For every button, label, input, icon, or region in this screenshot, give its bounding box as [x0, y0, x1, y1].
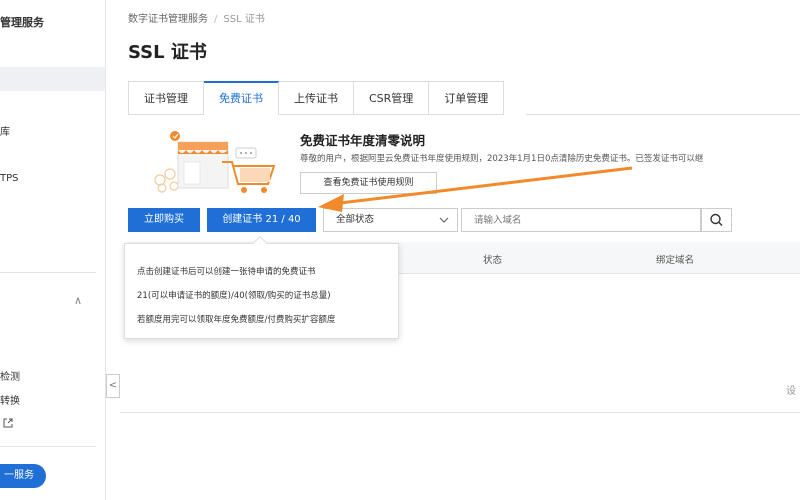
breadcrumb: 数字证书管理服务 / SSL 证书 — [128, 10, 265, 25]
column-header-status: 状态 — [483, 255, 503, 266]
tab-free-cert[interactable]: 免费证书 — [204, 81, 279, 115]
page-title: SSL 证书 — [128, 42, 207, 63]
tab-bar: 证书管理 免费证书 上传证书 CSR管理 订单管理 — [128, 81, 505, 115]
sidebar-service-button[interactable]: 一服务 — [0, 464, 46, 488]
external-link-icon[interactable] — [3, 418, 13, 431]
sidebar-item-3[interactable]: 检测 — [0, 368, 20, 383]
create-cert-button[interactable]: 创建证书 21 / 40 — [207, 208, 316, 232]
sidebar-title: 管理服务 — [0, 16, 44, 29]
sidebar-item-1[interactable]: 库 — [0, 123, 10, 138]
popover-line-1: 点击创建证书后可以创建一张待申请的免费证书 — [137, 267, 316, 277]
sidebar-divider — [0, 272, 96, 273]
sidebar-item-4[interactable]: 转换 — [0, 392, 20, 407]
notice-body: 尊敬的用户，根据阿里云免费证书年度使用规则，2023年1月1日0点清除历史免费证… — [300, 154, 704, 164]
view-rules-button[interactable]: 查看免费证书使用规则 — [300, 172, 437, 194]
shopping-cart-illustration — [154, 131, 276, 193]
sidebar-item-2[interactable]: TPS — [0, 173, 19, 184]
chevron-up-icon[interactable]: ∧ — [74, 294, 82, 307]
search-icon — [710, 213, 723, 226]
table-bottom-border — [120, 412, 800, 413]
quota-popover: 点击创建证书后可以创建一张待申请的免费证书 21(可以申请证书的额度)/40(领… — [124, 235, 399, 339]
breadcrumb-current: SSL 证书 — [223, 14, 265, 25]
column-header-domain: 绑定域名 — [656, 255, 695, 266]
tab-upload-cert[interactable]: 上传证书 — [279, 81, 354, 115]
chevron-left-icon[interactable]: < — [106, 374, 120, 398]
domain-search-input[interactable] — [461, 208, 701, 232]
tab-order-management[interactable]: 订单管理 — [429, 81, 505, 115]
notice-title: 免费证书年度清零说明 — [300, 133, 426, 148]
tab-csr-management[interactable]: CSR管理 — [354, 81, 430, 115]
sidebar-item-active[interactable] — [0, 67, 105, 91]
sidebar: 管理服务 库 TPS ∧ 检测 转换 一服务 — [0, 0, 106, 500]
chevron-down-icon — [439, 209, 449, 240]
breadcrumb-root[interactable]: 数字证书管理服务 — [128, 14, 208, 25]
tab-cert-management[interactable]: 证书管理 — [128, 81, 204, 115]
buy-now-button[interactable]: 立即购买 — [128, 208, 200, 232]
tab-underline — [526, 114, 800, 115]
status-select[interactable]: 全部状态 — [323, 208, 458, 232]
search-button[interactable] — [701, 208, 732, 232]
popover-line-3: 若额度用完可以领取年度免费额度/付费购买扩容额度 — [137, 315, 336, 325]
sidebar-divider-bottom — [0, 446, 96, 447]
popover-arrow — [252, 235, 268, 251]
breadcrumb-separator: / — [214, 14, 218, 25]
popover-line-2: 21(可以申请证书的额度)/40(领取/购买的证书总量) — [137, 291, 331, 301]
status-select-value: 全部状态 — [336, 214, 375, 225]
pagination-fragment: 设 — [786, 386, 796, 397]
